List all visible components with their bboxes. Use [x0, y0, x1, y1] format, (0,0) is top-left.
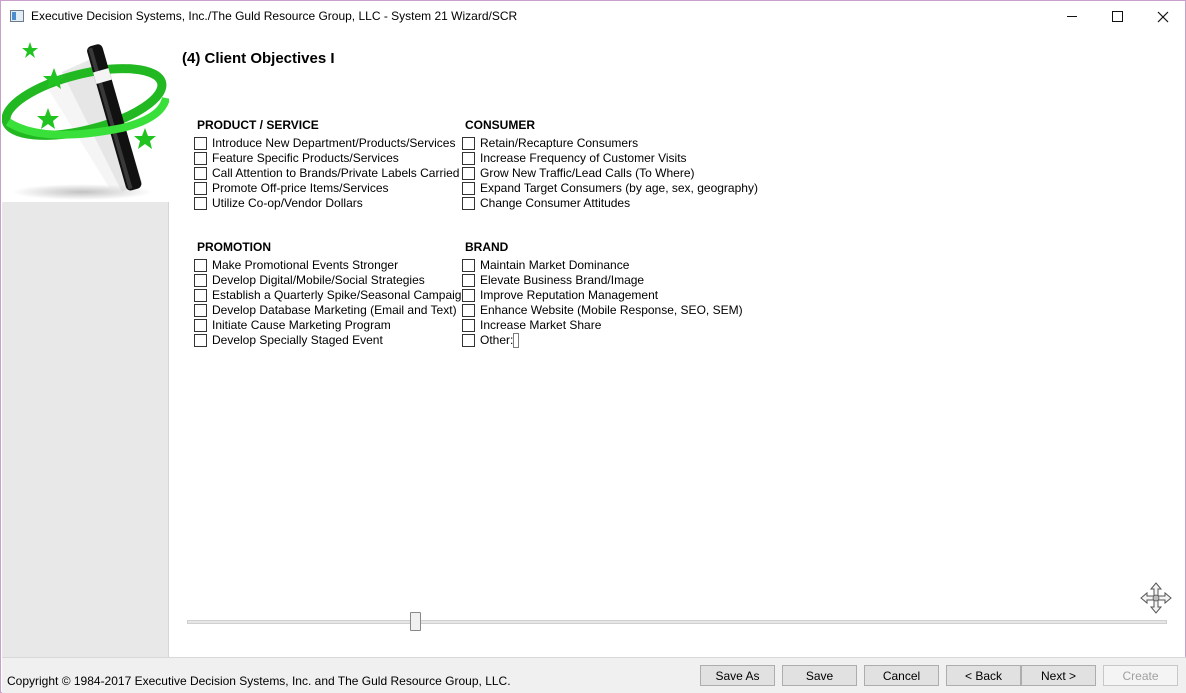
checkbox[interactable]	[462, 274, 475, 287]
copyright-text: Copyright © 1984-2017 Executive Decision…	[7, 674, 511, 688]
checkbox-row[interactable]: Enhance Website (Mobile Response, SEO, S…	[462, 303, 743, 318]
checkbox-label[interactable]: Grow New Traffic/Lead Calls (To Where)	[480, 166, 695, 181]
checkbox-label[interactable]: Expand Target Consumers (by age, sex, ge…	[480, 181, 758, 196]
magic-wand-logo	[2, 42, 169, 200]
checkbox[interactable]	[462, 167, 475, 180]
slider-thumb[interactable]	[410, 612, 421, 631]
checkbox-label[interactable]: Enhance Website (Mobile Response, SEO, S…	[480, 303, 743, 318]
save-as-button[interactable]: Save As	[700, 665, 775, 686]
section-heading-brand: BRAND	[465, 240, 509, 254]
checkbox-row[interactable]: Retain/Recapture Consumers	[462, 136, 758, 151]
next-button[interactable]: Next >	[1021, 665, 1096, 686]
checkbox-row[interactable]: Introduce New Department/Products/Servic…	[194, 136, 459, 151]
checkbox-row[interactable]: Establish a Quarterly Spike/Seasonal Cam…	[194, 288, 468, 303]
minimize-icon	[1067, 16, 1077, 17]
checkbox[interactable]	[194, 259, 207, 272]
checkbox-label[interactable]: Develop Specially Staged Event	[212, 333, 383, 348]
checkbox-row[interactable]: Make Promotional Events Stronger	[194, 258, 468, 273]
other-text-field[interactable]	[513, 333, 520, 348]
checkbox-label[interactable]: Maintain Market Dominance	[480, 258, 629, 273]
back-button[interactable]: < Back	[946, 665, 1021, 686]
window-app-icon[interactable]	[10, 10, 24, 22]
checkbox[interactable]	[462, 152, 475, 165]
window-title: Executive Decision Systems, Inc./The Gul…	[31, 9, 518, 23]
checkbox-row[interactable]: Develop Digital/Mobile/Social Strategies	[194, 273, 468, 288]
checkbox-row[interactable]: Initiate Cause Marketing Program	[194, 318, 468, 333]
section-product-service: PRODUCT / SERVICE Introduce New Departme…	[194, 118, 459, 211]
checkbox-label[interactable]: Elevate Business Brand/Image	[480, 273, 644, 288]
title-bar[interactable]: Executive Decision Systems, Inc./The Gul…	[1, 1, 1185, 32]
checkbox-row[interactable]: Increase Market Share	[462, 318, 743, 333]
checkbox-row-other[interactable]: Other:	[462, 333, 743, 348]
checkbox-label[interactable]: Make Promotional Events Stronger	[212, 258, 398, 273]
checkbox-row[interactable]: Call Attention to Brands/Private Labels …	[194, 166, 459, 181]
maximize-button[interactable]	[1094, 1, 1140, 32]
checkbox[interactable]	[194, 197, 207, 210]
section-heading-product-service: PRODUCT / SERVICE	[197, 118, 319, 132]
checkbox-label[interactable]: Increase Frequency of Customer Visits	[480, 151, 687, 166]
checkbox[interactable]	[462, 304, 475, 317]
create-button[interactable]: Create	[1103, 665, 1178, 686]
checkbox[interactable]	[462, 334, 475, 347]
checkbox[interactable]	[194, 319, 207, 332]
checkbox-label[interactable]: Change Consumer Attitudes	[480, 196, 630, 211]
section-heading-promotion: PROMOTION	[197, 240, 271, 254]
checkbox-row[interactable]: Develop Specially Staged Event	[194, 333, 468, 348]
checkbox-row[interactable]: Utilize Co-op/Vendor Dollars	[194, 196, 459, 211]
checkbox-label[interactable]: Feature Specific Products/Services	[212, 151, 399, 166]
checkbox-label-other[interactable]: Other:	[480, 333, 513, 348]
checkbox[interactable]	[462, 289, 475, 302]
checkbox[interactable]	[194, 334, 207, 347]
close-button[interactable]	[1140, 1, 1186, 32]
page-title: (4) Client Objectives I	[182, 50, 335, 67]
slider-track[interactable]	[187, 620, 1167, 624]
checkbox-label[interactable]: Introduce New Department/Products/Servic…	[212, 136, 455, 151]
logo-area	[2, 32, 169, 202]
section-brand: BRAND Maintain Market Dominance Elevate …	[462, 240, 743, 348]
checkbox-row[interactable]: Feature Specific Products/Services	[194, 151, 459, 166]
section-heading-consumer: CONSUMER	[465, 118, 536, 132]
checkbox-row[interactable]: Elevate Business Brand/Image	[462, 273, 743, 288]
checkbox-row[interactable]: Expand Target Consumers (by age, sex, ge…	[462, 181, 758, 196]
checkbox[interactable]	[194, 152, 207, 165]
checkbox-label[interactable]: Improve Reputation Management	[480, 288, 658, 303]
checkbox-label[interactable]: Call Attention to Brands/Private Labels …	[212, 166, 459, 181]
checkbox-row[interactable]: Develop Database Marketing (Email and Te…	[194, 303, 468, 318]
checkbox-label[interactable]: Develop Digital/Mobile/Social Strategies	[212, 273, 425, 288]
checkbox[interactable]	[462, 319, 475, 332]
checkbox-row[interactable]: Increase Frequency of Customer Visits	[462, 151, 758, 166]
minimize-button[interactable]	[1049, 1, 1095, 32]
checkbox-row[interactable]: Grow New Traffic/Lead Calls (To Where)	[462, 166, 758, 181]
checkbox-label[interactable]: Develop Database Marketing (Email and Te…	[212, 303, 457, 318]
checkbox-label[interactable]: Promote Off-price Items/Services	[212, 181, 389, 196]
checkbox-row[interactable]: Improve Reputation Management	[462, 288, 743, 303]
move-arrows-icon[interactable]	[1140, 582, 1172, 614]
checkbox[interactable]	[194, 182, 207, 195]
checkbox[interactable]	[462, 197, 475, 210]
checkbox-row[interactable]: Change Consumer Attitudes	[462, 196, 758, 211]
app-window: Executive Decision Systems, Inc./The Gul…	[0, 0, 1186, 693]
checkbox-row[interactable]: Maintain Market Dominance	[462, 258, 743, 273]
checkbox[interactable]	[462, 259, 475, 272]
checkbox-label[interactable]: Establish a Quarterly Spike/Seasonal Cam…	[212, 288, 468, 303]
checkbox-label[interactable]: Increase Market Share	[480, 318, 601, 333]
checkbox[interactable]	[462, 182, 475, 195]
close-icon	[1157, 11, 1169, 22]
section-consumer: CONSUMER Retain/Recapture Consumers Incr…	[462, 118, 758, 211]
checkbox-label[interactable]: Utilize Co-op/Vendor Dollars	[212, 196, 363, 211]
checkbox-row[interactable]: Promote Off-price Items/Services	[194, 181, 459, 196]
cancel-button[interactable]: Cancel	[864, 665, 939, 686]
maximize-icon	[1111, 11, 1123, 22]
checkbox[interactable]	[194, 304, 207, 317]
checkbox[interactable]	[462, 137, 475, 150]
section-promotion: PROMOTION Make Promotional Events Strong…	[194, 240, 468, 348]
checkbox[interactable]	[194, 289, 207, 302]
checkbox-label[interactable]: Initiate Cause Marketing Program	[212, 318, 391, 333]
checkbox[interactable]	[194, 274, 207, 287]
checkbox[interactable]	[194, 137, 207, 150]
save-button[interactable]: Save	[782, 665, 857, 686]
checkbox-label[interactable]: Retain/Recapture Consumers	[480, 136, 638, 151]
checkbox[interactable]	[194, 167, 207, 180]
